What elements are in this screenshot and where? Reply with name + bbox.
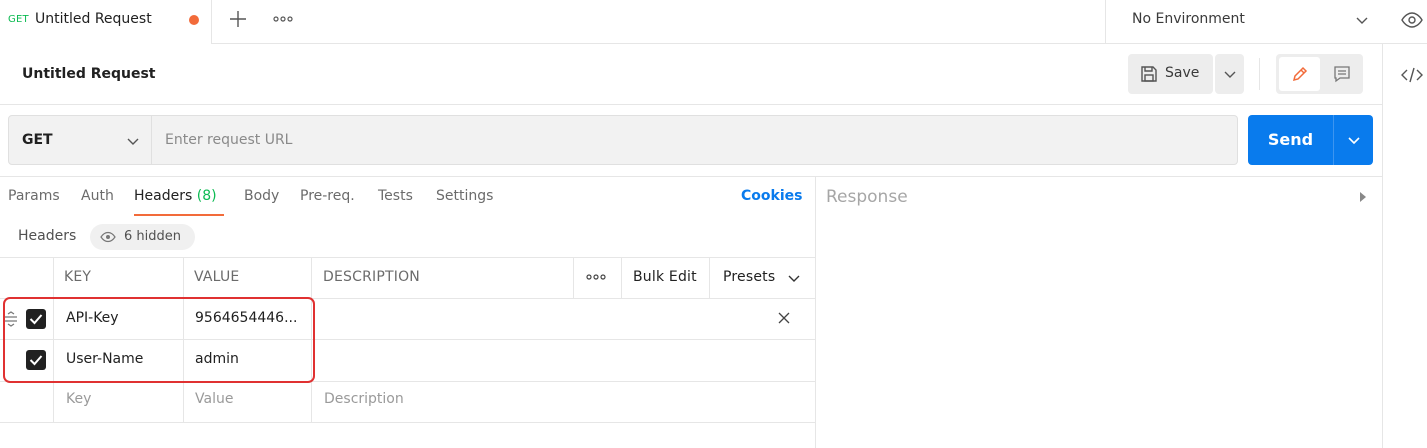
new-value-input[interactable]: Value bbox=[195, 391, 233, 407]
toolbar-divider bbox=[1259, 58, 1260, 90]
tab-prereq[interactable]: Pre-req. bbox=[300, 188, 355, 204]
column-header-key: KEY bbox=[64, 269, 92, 285]
comments-mode-button[interactable] bbox=[1323, 57, 1360, 91]
delete-row-close-icon[interactable] bbox=[777, 311, 791, 325]
divider bbox=[0, 176, 1382, 177]
chevron-down-icon bbox=[1354, 12, 1370, 28]
presets-dropdown[interactable]: Presets bbox=[723, 269, 775, 285]
request-title[interactable]: Untitled Request bbox=[22, 66, 156, 82]
tab-headers-label: Headers bbox=[134, 188, 193, 204]
url-input[interactable] bbox=[152, 115, 1238, 165]
tab-method-badge: GET bbox=[8, 14, 29, 25]
request-tab[interactable]: GET Untitled Request bbox=[0, 0, 212, 44]
column-divider bbox=[573, 257, 574, 298]
right-sidebar-divider bbox=[1382, 44, 1383, 448]
chevron-down-icon bbox=[1224, 71, 1236, 78]
hidden-headers-toggle[interactable]: 6 hidden bbox=[90, 224, 195, 250]
method-select[interactable]: GET bbox=[8, 115, 152, 165]
response-title: Response bbox=[826, 187, 908, 207]
environment-quick-look-eye-icon[interactable] bbox=[1400, 8, 1424, 32]
new-tab-plus-icon[interactable] bbox=[228, 9, 248, 29]
caret-right-icon[interactable] bbox=[1358, 191, 1368, 203]
send-options-button[interactable] bbox=[1333, 115, 1373, 165]
column-header-description: DESCRIPTION bbox=[323, 269, 420, 285]
save-options-button[interactable] bbox=[1215, 54, 1244, 94]
tab-title: Untitled Request bbox=[35, 11, 152, 27]
table-border bbox=[0, 257, 815, 258]
new-key-input[interactable]: Key bbox=[66, 391, 91, 407]
new-description-input[interactable]: Description bbox=[324, 391, 404, 407]
edit-mode-button[interactable] bbox=[1279, 57, 1320, 91]
tab-settings[interactable]: Settings bbox=[436, 188, 493, 204]
table-border bbox=[0, 422, 815, 423]
divider bbox=[0, 104, 1382, 105]
headers-count-badge: (8) bbox=[196, 188, 217, 204]
tab-auth[interactable]: Auth bbox=[81, 188, 114, 204]
floppy-disk-icon bbox=[1140, 65, 1158, 83]
hidden-count-label: 6 hidden bbox=[124, 229, 181, 244]
headers-section-title: Headers bbox=[18, 228, 77, 244]
comment-icon bbox=[1334, 66, 1350, 83]
presets-label: Presets bbox=[723, 269, 776, 285]
cookies-link[interactable]: Cookies bbox=[741, 188, 802, 204]
eye-icon bbox=[100, 231, 116, 243]
column-divider bbox=[621, 257, 622, 298]
save-button[interactable]: Save bbox=[1128, 54, 1213, 94]
send-button[interactable]: Send bbox=[1248, 115, 1333, 165]
pencil-icon bbox=[1292, 66, 1308, 82]
code-snippet-icon[interactable] bbox=[1400, 63, 1424, 87]
tab-bar: GET Untitled Request No Environment bbox=[0, 0, 1427, 44]
method-label: GET bbox=[22, 132, 53, 148]
unsaved-dot-icon bbox=[189, 15, 199, 25]
column-options-ellipsis-icon[interactable] bbox=[585, 270, 607, 284]
mode-toggle bbox=[1276, 54, 1363, 94]
chevron-down-icon bbox=[125, 133, 141, 149]
annotation-highlight-box bbox=[3, 297, 315, 383]
pane-divider[interactable] bbox=[815, 177, 816, 448]
column-divider bbox=[709, 257, 710, 298]
tab-headers[interactable]: Headers (8) bbox=[134, 188, 217, 204]
bulk-edit-button[interactable]: Bulk Edit bbox=[633, 269, 697, 285]
more-tabs-ellipsis-icon[interactable] bbox=[272, 9, 294, 29]
chevron-down-icon bbox=[1348, 137, 1360, 145]
tab-params[interactable]: Params bbox=[8, 188, 60, 204]
save-label: Save bbox=[1165, 65, 1200, 81]
environment-label: No Environment bbox=[1132, 11, 1245, 27]
tab-body[interactable]: Body bbox=[244, 188, 279, 204]
chevron-down-icon bbox=[787, 271, 801, 285]
active-tab-indicator bbox=[134, 214, 224, 216]
environment-selector[interactable]: No Environment bbox=[1105, 0, 1383, 44]
tab-tests[interactable]: Tests bbox=[378, 188, 413, 204]
column-header-value: VALUE bbox=[194, 269, 240, 285]
